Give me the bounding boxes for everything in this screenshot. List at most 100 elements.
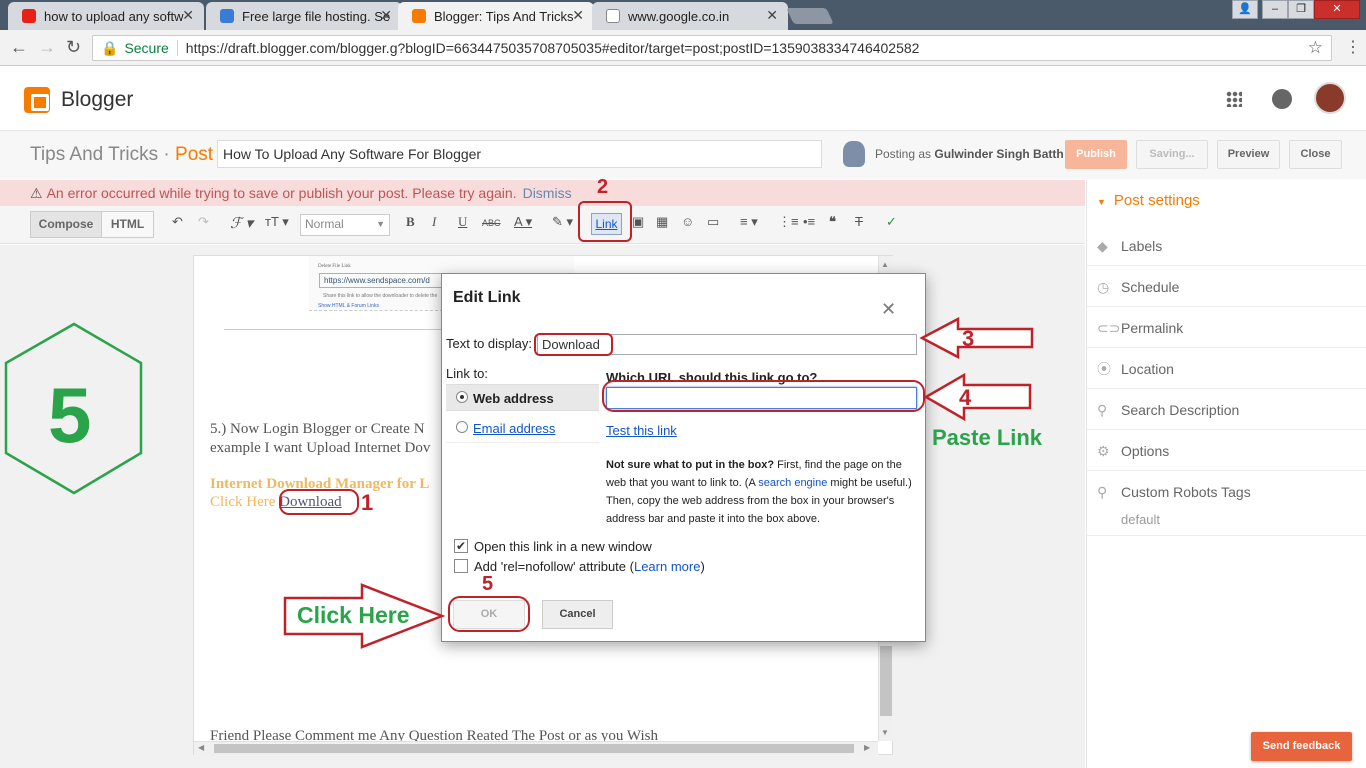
close-button[interactable]: Close <box>1289 140 1342 169</box>
video-icon[interactable]: ▦ <box>656 214 668 230</box>
bold-icon[interactable]: B <box>406 214 415 230</box>
close-icon[interactable]: ✕ <box>766 7 778 24</box>
sidebar-item-custom-robots-tags[interactable]: ⚲ Custom Robots Tags default <box>1087 472 1366 536</box>
gear-icon: ⚙ <box>1097 443 1110 459</box>
send-feedback-button[interactable]: Send feedback <box>1251 732 1352 761</box>
new-window-checkbox[interactable]: ✔ <box>454 539 468 553</box>
sidebar-item-location[interactable]: ⦿ Location <box>1087 349 1366 389</box>
text-color-icon[interactable]: A ▾ <box>514 214 532 230</box>
align-icon[interactable]: ≡ ▾ <box>740 214 758 230</box>
sidebar-item-label: Labels <box>1121 238 1163 254</box>
redo-icon[interactable]: ↷ <box>198 214 209 230</box>
browser-tab-youtube[interactable]: how to upload any softw ✕ <box>8 2 204 30</box>
apps-grid-icon[interactable] <box>1226 91 1242 107</box>
format-select[interactable]: Normal ▼ <box>300 214 390 236</box>
arrow-3-shape <box>919 316 1034 360</box>
hscrollbar-thumb[interactable] <box>214 744 854 753</box>
web-address-option[interactable]: Web address <box>446 384 599 411</box>
html-tab[interactable]: HTML <box>101 211 154 238</box>
annotation-5: 5 <box>482 573 494 595</box>
test-link[interactable]: Test this link <box>606 423 677 438</box>
email-address-radio[interactable] <box>456 421 468 433</box>
email-address-option[interactable]: Email address <box>446 415 599 442</box>
sidebar-item-schedule[interactable]: ◷ Schedule <box>1087 267 1366 307</box>
caret-down-icon: ▼ <box>1097 197 1106 207</box>
post-label: Post <box>175 144 214 165</box>
sidebar-item-options[interactable]: ⚙ Options <box>1087 431 1366 471</box>
search-engine-link[interactable]: search engine <box>758 477 827 489</box>
lock-icon: 🔒 <box>101 39 119 56</box>
strikethrough-icon[interactable]: ABC <box>482 218 501 228</box>
close-icon[interactable]: ✕ <box>572 7 584 24</box>
sidebar-item-label: Options <box>1121 443 1170 459</box>
sidebar-item-permalink[interactable]: ⊂⊃ Permalink <box>1087 308 1366 348</box>
notifications-bell-icon[interactable] <box>1272 89 1292 109</box>
spellcheck-icon[interactable]: ✓ <box>886 214 897 230</box>
blogger-logo-icon[interactable] <box>24 87 50 113</box>
horizontal-scrollbar[interactable]: ◀ ▶ <box>194 741 878 755</box>
browser-tab-sendspace[interactable]: Free large file hosting. Se ✕ <box>206 2 402 30</box>
undo-icon[interactable]: ↶ <box>172 214 183 230</box>
clock-icon: ◷ <box>1097 279 1110 295</box>
error-banner: ⚠ An error occurred while trying to save… <box>0 180 1085 206</box>
new-tab-button[interactable] <box>786 8 834 24</box>
close-icon[interactable]: ✕ <box>182 7 194 24</box>
quote-icon[interactable]: ❝ <box>829 214 836 230</box>
email-address-label: Email address <box>473 421 556 436</box>
minimize-button[interactable]: – <box>1262 0 1288 19</box>
underline-icon[interactable]: U <box>458 214 467 230</box>
posting-as: Posting as Gulwinder Singh Batth <box>875 147 1064 161</box>
close-icon[interactable]: ✕ <box>881 299 896 320</box>
sidebar-item-search-description[interactable]: ⚲ Search Description <box>1087 390 1366 430</box>
cancel-button[interactable]: Cancel <box>542 600 613 629</box>
close-window-button[interactable]: ✕ <box>1314 0 1360 19</box>
error-message: An error occurred while trying to save o… <box>46 185 517 201</box>
forward-icon[interactable]: → <box>38 37 56 58</box>
saving-button[interactable]: Saving... <box>1136 140 1208 169</box>
sidebar-item-labels[interactable]: ◆ Labels <box>1087 226 1366 266</box>
jump-break-icon[interactable]: ▭ <box>707 214 719 230</box>
sidebar-item-label: Permalink <box>1121 320 1184 336</box>
nofollow-label: Add 'rel=nofollow' attribute (Learn more… <box>474 559 705 574</box>
emoji-icon[interactable]: ☺ <box>681 214 694 229</box>
image-icon[interactable]: ▣ <box>632 214 644 230</box>
profile-icon[interactable]: 👤 <box>1232 0 1258 19</box>
close-icon[interactable]: ✕ <box>380 7 392 24</box>
star-icon[interactable]: ☆ <box>1308 38 1323 58</box>
arrow-4 <box>923 372 1032 422</box>
publish-button[interactable]: Publish <box>1065 140 1127 169</box>
font-size-icon[interactable]: тT ▾ <box>265 214 289 230</box>
format-value: Normal <box>305 217 344 231</box>
author-avatar <box>843 141 865 167</box>
editor-toolbar: Compose HTML ↶ ↷ ℱ ▾ тT ▾ Normal ▼ B I U … <box>0 206 1085 244</box>
scrollbar-thumb[interactable] <box>880 646 892 716</box>
reload-icon[interactable]: ↻ <box>66 37 81 58</box>
post-title-input[interactable]: How To Upload Any Software For Blogger <box>217 140 822 168</box>
post-title-bar: Tips And Tricks · Post How To Upload Any… <box>0 131 1366 179</box>
click-here-annotation: Click Here <box>297 602 410 628</box>
text-to-display-label: Text to display: <box>446 336 532 351</box>
highlight-icon[interactable]: ✎ ▾ <box>552 214 573 230</box>
maximize-button[interactable]: ❐ <box>1288 0 1314 19</box>
font-family-icon[interactable]: ℱ ▾ <box>230 214 253 233</box>
web-address-radio[interactable] <box>456 391 468 403</box>
browser-tab-blogger[interactable]: Blogger: Tips And Tricks ✕ <box>398 2 594 30</box>
browser-tab-google[interactable]: www.google.co.in ✕ <box>592 2 788 30</box>
post-settings-header[interactable]: ▼ Post settings <box>1097 192 1200 209</box>
compose-tab[interactable]: Compose <box>30 211 102 238</box>
numbered-list-icon[interactable]: ⋮≡ <box>778 214 799 230</box>
post-settings-title: Post settings <box>1113 192 1200 209</box>
tab-title: how to upload any softw <box>44 8 184 24</box>
avatar[interactable] <box>1314 82 1346 114</box>
italic-icon[interactable]: I <box>432 214 436 230</box>
url-bar[interactable]: 🔒 Secure https://draft.blogger.com/blogg… <box>92 35 1332 61</box>
clear-formatting-icon[interactable]: T <box>855 214 863 229</box>
bullet-list-icon[interactable]: •≡ <box>803 214 815 229</box>
tab-title: Blogger: Tips And Tricks <box>434 8 574 24</box>
preview-button[interactable]: Preview <box>1217 140 1280 169</box>
menu-icon[interactable]: ⋮ <box>1345 37 1361 57</box>
back-icon[interactable]: ← <box>10 37 28 58</box>
nofollow-checkbox[interactable] <box>454 559 468 573</box>
learn-more-link[interactable]: Learn more <box>634 559 700 574</box>
dismiss-link[interactable]: Dismiss <box>523 185 572 201</box>
